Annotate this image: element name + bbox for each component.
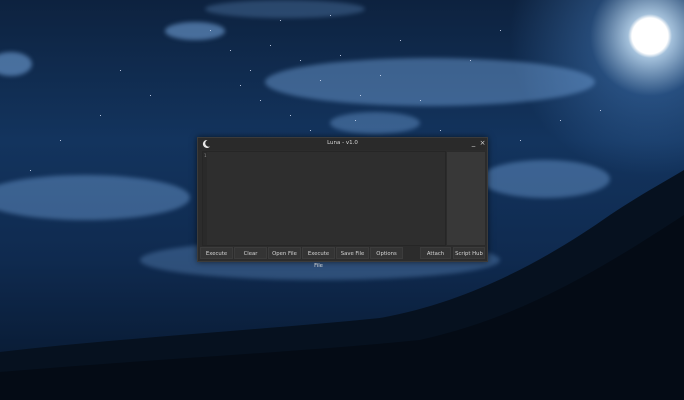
line-number: 1 xyxy=(204,153,207,158)
star xyxy=(280,20,281,21)
star xyxy=(270,45,271,46)
luna-window: Luna - v1.0 _ × 1 Execute Clear Open Fil… xyxy=(197,137,488,269)
script-editor[interactable]: 1 xyxy=(202,151,446,246)
open-file-button[interactable]: Open File xyxy=(268,247,301,259)
execute-button[interactable]: Execute xyxy=(200,247,233,259)
star xyxy=(560,120,561,121)
script-list-panel[interactable] xyxy=(446,151,486,246)
window-title: Luna - v1.0 xyxy=(327,140,358,146)
star xyxy=(150,95,151,96)
star xyxy=(600,110,601,111)
star xyxy=(100,115,101,116)
line-gutter: 1 xyxy=(203,152,207,245)
star xyxy=(470,60,471,61)
star xyxy=(240,85,241,86)
title-bar[interactable]: Luna - v1.0 _ × xyxy=(198,138,487,150)
star xyxy=(500,30,501,31)
star xyxy=(440,130,441,131)
star xyxy=(120,70,121,71)
star xyxy=(60,140,61,141)
clear-button[interactable]: Clear xyxy=(234,247,267,259)
star xyxy=(260,100,261,101)
star xyxy=(250,70,251,71)
star xyxy=(230,50,231,51)
star xyxy=(520,140,521,141)
save-file-button[interactable]: Save File xyxy=(336,247,369,259)
star xyxy=(420,100,421,101)
minimize-button[interactable]: _ xyxy=(470,139,477,148)
star xyxy=(380,75,381,76)
attach-button[interactable]: Attach xyxy=(420,247,451,259)
execute-file-button[interactable]: Execute File xyxy=(302,247,335,269)
star xyxy=(210,30,211,31)
star xyxy=(30,170,31,171)
star xyxy=(360,95,361,96)
star xyxy=(300,60,301,61)
script-hub-button[interactable]: Script Hub xyxy=(453,247,485,259)
star xyxy=(340,55,341,56)
options-button[interactable]: Options xyxy=(370,247,403,259)
star xyxy=(400,40,401,41)
star xyxy=(355,120,356,121)
star xyxy=(320,80,321,81)
star xyxy=(290,115,291,116)
star xyxy=(310,130,311,131)
close-button[interactable]: × xyxy=(479,139,486,148)
star xyxy=(330,15,331,16)
